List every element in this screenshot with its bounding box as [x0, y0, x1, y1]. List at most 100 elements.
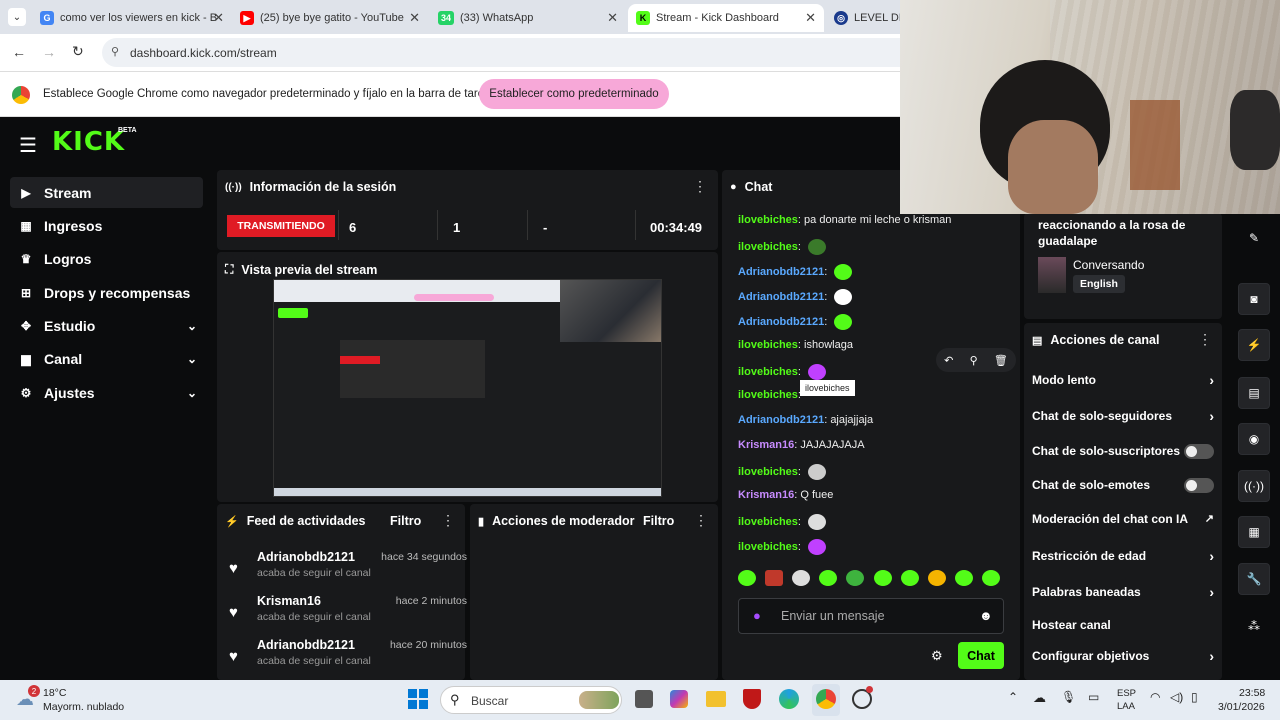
chat-username[interactable]: ilovebiches: [738, 241, 798, 253]
chrome-icon[interactable]: [816, 689, 836, 709]
edge-icon[interactable]: [779, 689, 799, 709]
category-name[interactable]: Conversando: [1073, 258, 1144, 272]
emote-icon[interactable]: [738, 570, 756, 586]
emote-icon[interactable]: [765, 570, 784, 586]
emote-icon[interactable]: [927, 570, 946, 586]
set-default-button[interactable]: Establecer como predeterminado: [479, 79, 669, 109]
chat-username[interactable]: ilovebiches: [738, 339, 798, 351]
chat-username[interactable]: Krisman16: [738, 489, 794, 501]
stream-preview-video[interactable]: [273, 279, 662, 497]
mcafee-icon[interactable]: [743, 689, 761, 709]
chat-settings-icon[interactable]: ⚙: [931, 648, 943, 664]
kick-logo[interactable]: KICK: [52, 127, 125, 157]
reload-icon[interactable]: ↻: [72, 43, 84, 60]
chevron-up-icon[interactable]: ⌃: [1008, 690, 1018, 704]
emoji-icon[interactable]: ☻: [979, 608, 993, 623]
camera-icon[interactable]: ◙: [1238, 283, 1270, 315]
tab-level-dev[interactable]: ◎ LEVEL DEV: [826, 4, 906, 32]
more-options-icon[interactable]: ⋮: [694, 512, 708, 529]
language-code[interactable]: ESP: [1117, 688, 1136, 699]
feed-filter-button[interactable]: Filtro: [390, 514, 421, 528]
close-icon[interactable]: ✕: [607, 10, 618, 26]
keyboard-layout[interactable]: LAA: [1117, 701, 1135, 712]
channel-action-row[interactable]: Configurar objetivos ›: [1032, 648, 1214, 664]
sidebar-item-ajustes[interactable]: ⚙ Ajustes ⌄: [10, 377, 203, 408]
chat-username[interactable]: ilovebiches: [738, 516, 798, 528]
chat-icon[interactable]: ◉: [1238, 423, 1270, 455]
lightning-icon[interactable]: ⚡: [1238, 329, 1270, 361]
chat-username[interactable]: ilovebiches: [738, 466, 798, 478]
channel-action-row[interactable]: Chat de solo-suscriptores: [1032, 444, 1214, 459]
cloud-icon[interactable]: ☁: [1033, 690, 1046, 706]
chat-username[interactable]: Adrianobdb2121: [738, 316, 824, 328]
tab-search-button[interactable]: ⌄: [8, 8, 26, 26]
feed-user[interactable]: Adrianobdb2121: [257, 638, 355, 652]
sidebar-item-estudio[interactable]: ✥ Estudio ⌄: [10, 310, 203, 341]
channel-action-row[interactable]: Moderación del chat con IA ↗: [1032, 512, 1214, 526]
chat-username[interactable]: Adrianobdb2121: [738, 266, 824, 278]
display-icon[interactable]: ▭: [1088, 690, 1099, 704]
emote-icon[interactable]: [846, 570, 865, 586]
windows-start-icon[interactable]: [408, 689, 428, 709]
battery-icon[interactable]: ▯: [1191, 690, 1198, 704]
channel-action-row[interactable]: Chat de solo-emotes: [1032, 478, 1214, 493]
emote-icon[interactable]: [792, 570, 811, 586]
microphone-icon[interactable]: 🎙: [1061, 690, 1076, 704]
chat-username[interactable]: Krisman16: [738, 439, 794, 451]
copilot-icon[interactable]: [670, 690, 688, 708]
send-chat-button[interactable]: Chat: [958, 642, 1004, 669]
toggle-switch[interactable]: [1184, 478, 1214, 493]
chat-username[interactable]: ilovebiches: [738, 541, 798, 553]
close-icon[interactable]: ✕: [805, 10, 816, 26]
emote-icon[interactable]: [954, 570, 973, 586]
sidebar-item-drops[interactable]: ⊞ Drops y recompensas: [10, 277, 203, 308]
close-icon[interactable]: ✕: [409, 10, 420, 26]
wifi-icon[interactable]: ◠: [1150, 690, 1160, 704]
back-icon[interactable]: ←: [12, 44, 26, 60]
layout-icon[interactable]: ▦: [1238, 516, 1270, 548]
document-icon[interactable]: ▤: [1238, 377, 1270, 409]
chat-username[interactable]: Adrianobdb2121: [738, 414, 824, 426]
pin-icon[interactable]: ⚲: [970, 354, 978, 367]
tab-google[interactable]: G como ver los viewers en kick - B ✕: [32, 4, 232, 32]
emote-icon[interactable]: [981, 570, 1000, 586]
forward-icon[interactable]: →: [42, 44, 56, 60]
close-icon[interactable]: ✕: [213, 10, 224, 26]
apps-icon[interactable]: ⁂: [1238, 610, 1270, 642]
chat-username[interactable]: ilovebiches: [738, 389, 798, 401]
clock-time[interactable]: 23:58: [1239, 687, 1265, 699]
delete-icon[interactable]: 🗑: [994, 354, 1008, 367]
tab-whatsapp[interactable]: 34 (33) WhatsApp ✕: [430, 4, 626, 32]
sidebar-item-canal[interactable]: ▆ Canal ⌄: [10, 343, 203, 374]
sidebar-item-stream[interactable]: ▶ Stream: [10, 177, 203, 208]
site-info-icon[interactable]: ⚲: [111, 45, 119, 58]
toggle-switch[interactable]: [1184, 444, 1214, 459]
emote-icon[interactable]: [873, 570, 892, 586]
channel-action-row[interactable]: Chat de solo-seguidores ›: [1032, 408, 1214, 424]
more-options-icon[interactable]: ⋮: [693, 178, 707, 195]
sidebar-item-logros[interactable]: ♛ Logros: [10, 243, 203, 274]
reply-icon[interactable]: ↶: [944, 354, 953, 367]
channel-action-row[interactable]: Hostear canal: [1032, 618, 1214, 632]
more-options-icon[interactable]: ⋮: [441, 512, 455, 529]
feed-user[interactable]: Krisman16: [257, 594, 321, 608]
hamburger-icon[interactable]: ☰: [19, 133, 37, 158]
sidebar-item-ingresos[interactable]: ▦ Ingresos: [10, 210, 203, 241]
volume-icon[interactable]: ◁): [1170, 690, 1183, 704]
channel-action-row[interactable]: Modo lento ›: [1032, 372, 1214, 388]
emote-icon[interactable]: [900, 570, 919, 586]
mod-filter-button[interactable]: Filtro: [643, 514, 674, 528]
chat-username[interactable]: ilovebiches: [738, 366, 798, 378]
tab-youtube[interactable]: ▶ (25) bye bye gatito - YouTube ✕: [232, 4, 428, 32]
wrench-icon[interactable]: 🔧: [1238, 563, 1270, 595]
taskbar-search[interactable]: ⚲ Buscar: [440, 686, 622, 714]
edit-icon[interactable]: ✎: [1238, 222, 1270, 254]
task-view-icon[interactable]: [635, 690, 653, 708]
microphone-icon[interactable]: ●: [753, 608, 761, 623]
emote-icon[interactable]: [819, 570, 838, 586]
file-explorer-icon[interactable]: [706, 691, 726, 707]
feed-user[interactable]: Adrianobdb2121: [257, 550, 355, 564]
chat-username[interactable]: ilovebiches: [738, 214, 798, 226]
chat-input[interactable]: ● Enviar un mensaje ☻: [738, 598, 1004, 634]
clock-date[interactable]: 3/01/2026: [1218, 701, 1265, 713]
